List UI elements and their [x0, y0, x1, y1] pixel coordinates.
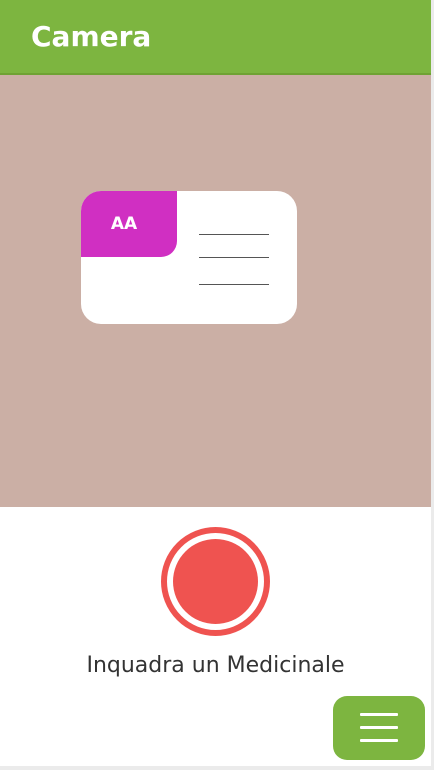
hamburger-menu-icon — [360, 713, 398, 716]
capture-instruction: Inquadra un Medicinale — [86, 653, 345, 678]
camera-screen: Camera AA Inquadra un Medicinale — [0, 0, 431, 766]
app-header: Camera — [0, 0, 431, 75]
hamburger-menu-icon — [360, 726, 398, 729]
card-text-line — [199, 257, 269, 258]
hamburger-menu-icon — [360, 739, 398, 742]
camera-viewfinder: AA — [0, 75, 431, 507]
menu-button[interactable] — [333, 696, 425, 760]
record-icon — [173, 539, 258, 624]
card-text-line — [199, 234, 269, 235]
card-tag: AA — [81, 191, 177, 257]
id-card-illustration: AA — [81, 191, 297, 324]
page-title: Camera — [31, 20, 152, 53]
capture-button[interactable] — [161, 527, 270, 636]
card-tag-label: AA — [110, 214, 138, 234]
card-text-line — [199, 284, 269, 285]
